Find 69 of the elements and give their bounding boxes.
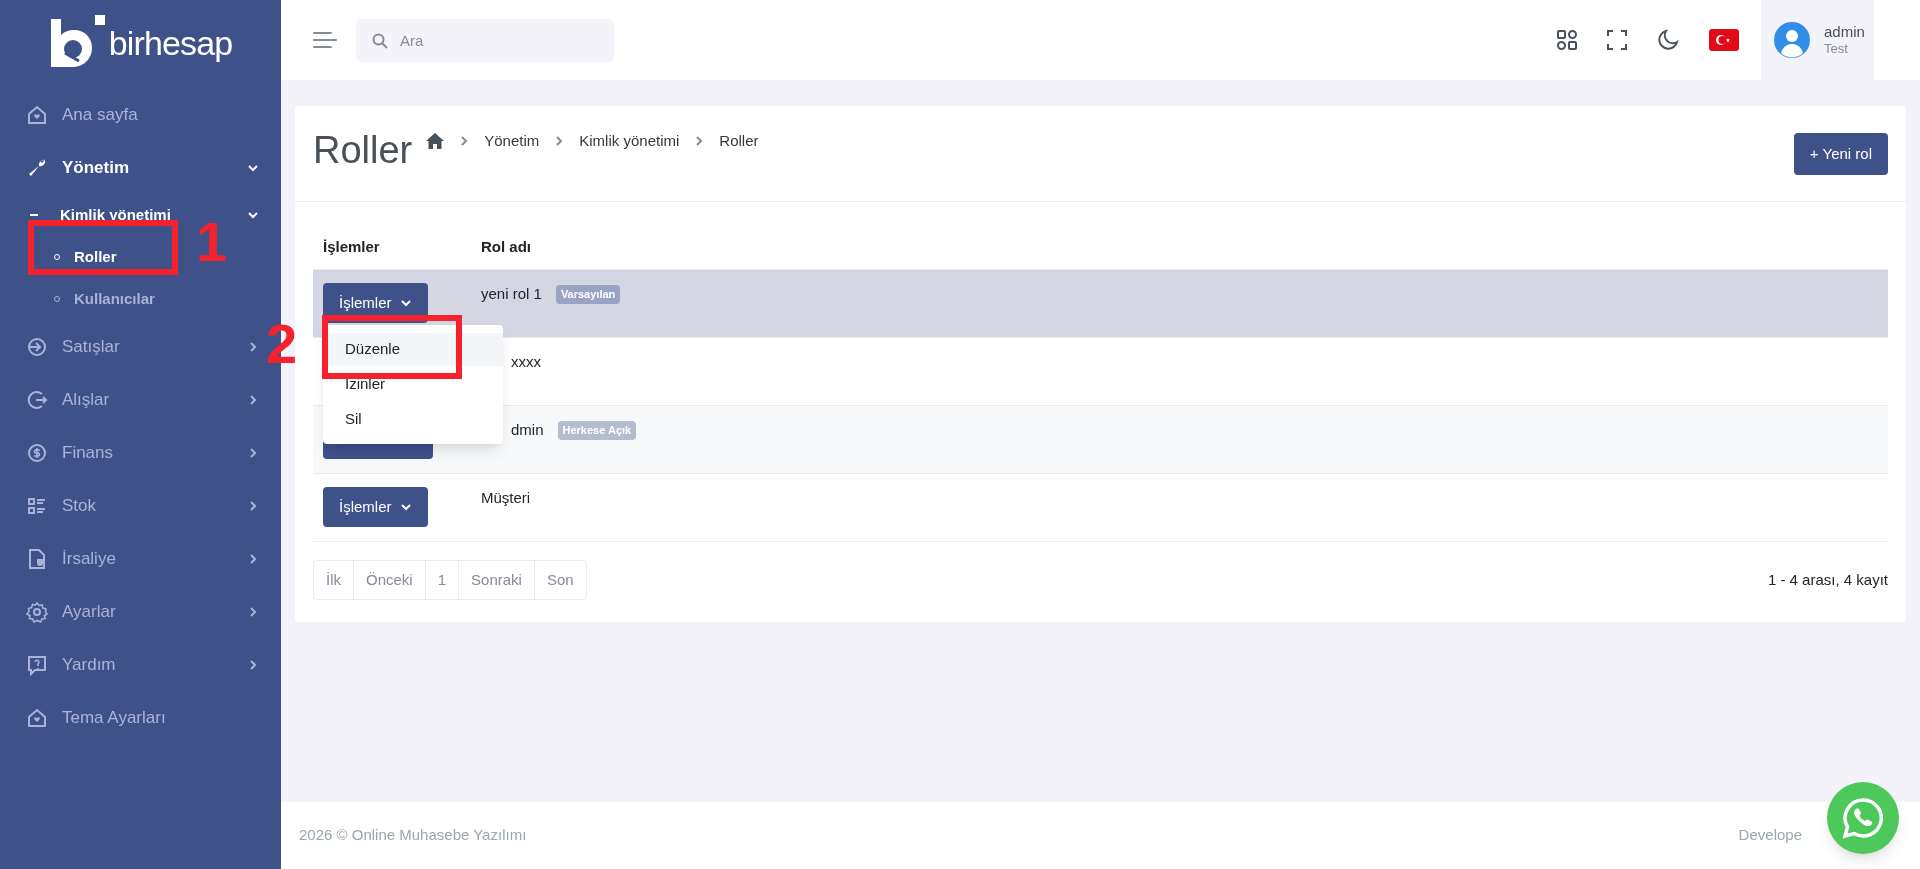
sidebar-item[interactable]: Alışlar — [26, 373, 259, 426]
flag-icon[interactable] — [1709, 29, 1739, 51]
chevron-right-icon — [247, 605, 259, 618]
exit-icon — [26, 388, 48, 411]
user-role: Test — [1824, 41, 1849, 58]
fullscreen-icon[interactable] — [1607, 30, 1627, 50]
user-name: admin — [1824, 22, 1865, 42]
page-button[interactable]: Sonraki — [458, 561, 534, 599]
page-title: Roller — [313, 128, 413, 173]
page-button[interactable]: İlk — [314, 561, 353, 599]
chevron-right-icon — [247, 658, 259, 671]
page-button[interactable]: Son — [533, 561, 586, 599]
chevron-down-icon — [399, 501, 412, 513]
step-number: 1 — [196, 214, 228, 270]
sidebar-item[interactable]: Stok — [26, 479, 259, 532]
copyright-text: 2026 © Online Muhasebe Yazılımı — [299, 825, 527, 846]
status-tag: Varsayılan — [555, 285, 621, 304]
role-name: Müşteri — [481, 488, 531, 508]
credit-text: Develope — [1738, 825, 1802, 846]
avatar-icon — [1774, 22, 1810, 58]
record-count: 1 - 4 arası, 4 kayıt — [1767, 569, 1888, 590]
breadcrumb-current: Roller — [719, 131, 759, 151]
role-name: yeni rol 1 — [481, 284, 542, 304]
breadcrumb-link[interactable]: Kimlik yönetimi — [579, 130, 680, 153]
home-icon — [26, 706, 48, 729]
search-icon — [372, 32, 388, 49]
help-icon — [26, 653, 48, 676]
role-name: xxxx — [511, 352, 541, 372]
chevron-right-icon — [247, 446, 259, 459]
brand-name: birhesap — [108, 22, 233, 64]
menu-item[interactable]: Sil — [323, 403, 503, 436]
home-icon[interactable] — [426, 133, 445, 150]
column-header: Rol adı — [481, 236, 532, 257]
chevron-down-icon — [399, 297, 412, 309]
role-name: dmin — [511, 420, 544, 440]
chat-phone-icon — [1841, 796, 1885, 840]
chevron-right-icon — [247, 393, 259, 406]
sidebar-item[interactable]: Finans — [26, 426, 259, 479]
breadcrumb-link[interactable]: Yönetim — [484, 130, 540, 153]
sidebar-item[interactable]: İrsaliye — [26, 532, 259, 585]
document-icon — [26, 547, 48, 570]
new-role-button[interactable]: + Yeni rol — [1793, 133, 1888, 175]
moon-icon[interactable] — [1657, 29, 1679, 51]
home-icon — [26, 103, 48, 126]
submenu-item[interactable]: Kullanıcılar — [26, 278, 155, 320]
column-header: İşlemler — [322, 236, 381, 257]
status-tag: Herkese Açık — [557, 421, 637, 440]
table-row[interactable]: İşlemler yeni rol 1 Varsayılan — [313, 270, 1888, 338]
sidebar-item[interactable]: Ayarlar — [26, 585, 259, 638]
chevron-down-icon — [247, 209, 259, 221]
menu-icon[interactable] — [313, 31, 337, 49]
sidebar-item[interactable]: Ana sayfa — [26, 88, 259, 141]
dollar-icon — [26, 441, 48, 464]
submenu-item[interactable]: Roller — [26, 236, 117, 278]
apps-icon[interactable] — [1557, 30, 1577, 50]
sidebar-item[interactable]: Satışlar — [26, 320, 259, 373]
actions-button[interactable]: İşlemler — [323, 487, 428, 527]
dash-icon — [30, 214, 38, 216]
settings-icon — [26, 600, 48, 623]
sidebar-item[interactable]: Yönetim — [26, 141, 259, 194]
sidebar-item[interactable]: Tema Ayarları — [26, 691, 259, 744]
user-panel[interactable]: admin Test — [1761, 0, 1874, 80]
chevron-right-icon — [247, 499, 259, 512]
sidebar-item[interactable]: Yardım — [26, 638, 259, 691]
chevron-right-icon — [247, 552, 259, 565]
chevron-right-icon — [247, 340, 259, 353]
search-field[interactable]: Ara — [356, 18, 614, 62]
page-button[interactable]: 1 — [424, 561, 459, 599]
enter-icon — [26, 335, 48, 358]
